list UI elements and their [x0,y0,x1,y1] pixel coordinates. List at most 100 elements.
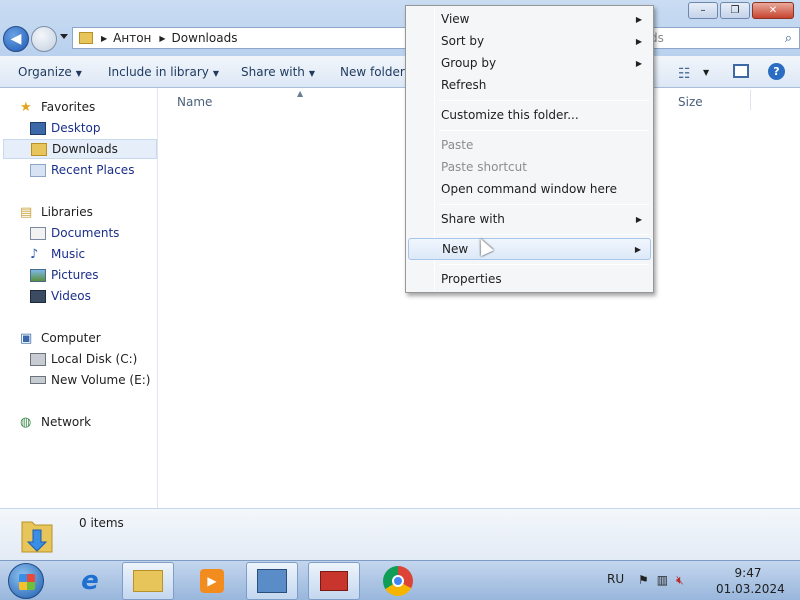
chevron-right-icon[interactable]: ▶ [159,34,165,43]
music-icon: ♪ [30,246,39,262]
restore-icon: ❐ [730,5,740,16]
menu-item-label: Open command window here [441,182,617,196]
windows-logo-icon [19,574,35,590]
submenu-arrow-icon: ▶ [635,58,642,68]
restore-button[interactable]: ❐ [720,2,750,19]
item-count: 0 items [79,516,124,530]
nav-group-label: Favorites [41,100,96,114]
menu-item-label: Refresh [441,78,487,92]
menu-item-sort-by[interactable]: Sort by ▶ [408,30,651,52]
chevron-down-icon: ▼ [75,69,82,78]
nav-group-favorites[interactable]: ★ Favorites [0,97,158,117]
downloads-folder-icon [21,521,53,553]
include-in-library-label: Include in library [108,65,209,79]
nav-group-computer[interactable]: ▣ Computer [0,328,158,348]
include-in-library-button[interactable]: Include in library ▼ [108,65,219,79]
sidebar-item-label: Pictures [51,268,99,282]
organize-button[interactable]: Organize ▼ [18,65,82,79]
documents-icon [30,226,46,240]
back-button[interactable]: ◀ [3,26,29,52]
sidebar-item-recent-places[interactable]: Recent Places [3,160,157,180]
taskbar-explorer[interactable] [122,562,174,600]
menu-item-label: Properties [441,272,502,286]
menu-separator [439,264,649,265]
nav-group-libraries[interactable]: ▤ Libraries [0,202,158,222]
recent-places-icon [30,163,46,177]
sidebar-item-documents[interactable]: Documents [3,223,157,243]
menu-item-group-by[interactable]: Group by ▶ [408,52,651,74]
recent-pages-dropdown[interactable] [60,34,68,39]
view-options-icon[interactable]: ☷ [678,66,691,82]
submenu-arrow-icon: ▶ [635,36,642,46]
control-panel-icon [257,569,287,593]
taskbar-internet-explorer[interactable]: e [64,562,116,600]
menu-item-label: Paste shortcut [441,160,527,174]
menu-item-refresh[interactable]: Refresh [408,74,651,96]
taskbar-control-panel[interactable] [246,562,298,600]
clock-time: 9:47 [734,566,762,580]
computer-icon: ▣ [20,330,33,346]
sidebar-item-music[interactable]: ♪ Music [3,244,157,264]
sidebar-item-label: New Volume (E:) [51,373,151,387]
menu-item-view[interactable]: View ▶ [408,8,651,30]
menu-item-label: Group by [441,56,497,70]
system-tray: ⚑ ▥ 🔇︎ [638,573,684,588]
help-icon[interactable]: ? [768,63,785,80]
chevron-down-icon[interactable]: ▼ [703,68,709,77]
menu-separator [439,100,649,101]
forward-button[interactable] [31,26,57,52]
sort-ascending-icon: ▲ [297,89,304,98]
clock-date: 01.03.2024 [716,582,785,596]
flag-icon[interactable]: ⚑ [638,573,649,588]
taskbar-toolbox-app[interactable] [308,562,360,600]
column-divider[interactable] [750,90,751,110]
chevron-right-icon[interactable]: ▶ [101,34,107,43]
menu-item-label: Share with [441,212,505,226]
menu-item-label: New [442,242,469,256]
videos-icon [30,289,46,303]
clock[interactable]: 9:47 01.03.2024 [716,565,785,597]
share-with-label: Share with [241,65,305,79]
sidebar-item-local-disk-c[interactable]: Local Disk (C:) [3,349,157,369]
column-header-size[interactable]: Size [678,95,703,109]
submenu-arrow-icon: ▶ [635,14,642,24]
network-icon: ◍ [20,414,32,430]
folder-icon [133,570,163,592]
taskbar-chrome[interactable] [372,562,424,600]
menu-item-label: Paste [441,138,474,152]
column-header-name[interactable]: Name [177,95,212,109]
search-icon[interactable]: ⌕ [785,31,792,46]
start-button[interactable] [8,563,44,599]
sidebar-item-new-volume-e[interactable]: New Volume (E:) [3,370,157,390]
network-status-icon[interactable]: ▥ [657,573,668,588]
menu-item-label: View [441,12,470,26]
nav-group-label: Libraries [41,205,93,219]
sidebar-item-downloads[interactable]: Downloads [3,139,157,159]
breadcrumb-user[interactable]: Антон [113,31,151,45]
submenu-arrow-icon: ▶ [635,214,642,224]
sidebar-item-videos[interactable]: Videos [3,286,157,306]
sidebar-item-pictures[interactable]: Pictures [3,265,157,285]
menu-item-paste: Paste [408,134,651,156]
sidebar-item-desktop[interactable]: Desktop [3,118,157,138]
new-folder-button[interactable]: New folder [340,65,405,79]
close-button[interactable]: ✕ [752,2,794,19]
menu-item-customize-folder[interactable]: Customize this folder... [408,104,651,126]
input-language-indicator[interactable]: RU [607,572,624,586]
minimize-button[interactable]: – [688,2,718,19]
preview-pane-icon[interactable] [733,64,749,78]
volume-muted-icon[interactable]: 🔇︎ [676,573,684,588]
menu-item-new[interactable]: New ▶ [408,238,651,260]
drive-icon [30,376,46,384]
taskbar-media-player[interactable]: ▶ [186,562,238,600]
nav-group-network[interactable]: ◍ Network [0,412,158,432]
breadcrumb-downloads[interactable]: Downloads [172,31,238,45]
navigation-pane: ★ Favorites Desktop Downloads Recent Pla… [0,88,158,508]
menu-item-share-with[interactable]: Share with ▶ [408,208,651,230]
chevron-down-icon: ▼ [212,69,220,78]
menu-item-open-command-window[interactable]: Open command window here [408,178,651,200]
share-with-button[interactable]: Share with ▼ [241,65,315,79]
new-folder-label: New folder [340,65,405,79]
desktop-icon [30,121,46,135]
menu-item-properties[interactable]: Properties [408,268,651,290]
